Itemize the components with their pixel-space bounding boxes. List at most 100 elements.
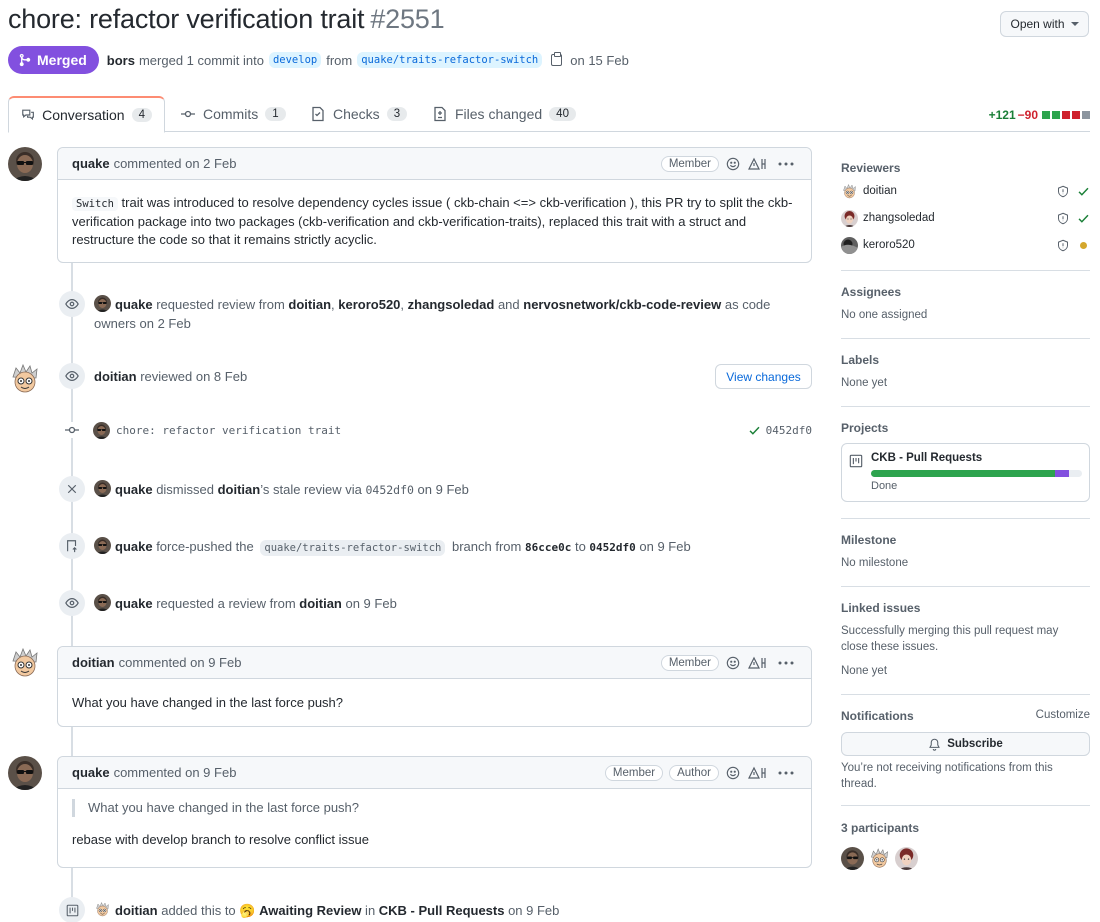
comment-author[interactable]: doitian	[72, 655, 115, 670]
reviewer-name[interactable]: zhangsoledad	[863, 212, 935, 224]
avatar[interactable]	[93, 422, 110, 439]
projects-heading[interactable]: Projects	[841, 421, 1090, 435]
reviewer-link[interactable]: keroro520	[338, 297, 400, 312]
event-user[interactable]: doitian	[94, 369, 137, 384]
commit-sha[interactable]: 0452df0	[365, 483, 413, 497]
avatar[interactable]	[841, 210, 858, 227]
report-icon[interactable]	[747, 765, 769, 781]
head-branch[interactable]: quake/traits-refactor-switch	[357, 52, 543, 68]
event-user[interactable]: doitian	[115, 903, 158, 918]
smiley-icon[interactable]	[725, 765, 741, 781]
avatar[interactable]	[841, 237, 858, 254]
page-title: chore: refactor verification trait #2551	[8, 4, 445, 35]
git-merge-icon	[19, 53, 31, 67]
avatar[interactable]	[94, 480, 111, 497]
progress-in-progress	[1054, 470, 1070, 477]
diffstat-deletions: −90	[1017, 108, 1038, 122]
assignees-heading[interactable]: Assignees	[841, 285, 1090, 299]
avatar[interactable]	[841, 183, 858, 200]
kebab-horizontal-icon[interactable]	[775, 655, 797, 671]
avatar[interactable]	[94, 594, 111, 611]
avatar[interactable]	[8, 147, 42, 181]
avatar[interactable]	[841, 847, 864, 870]
event-text: on 9 Feb	[635, 539, 691, 554]
report-icon[interactable]	[747, 156, 769, 172]
reviewer-row[interactable]: doitian	[841, 182, 1090, 200]
reviewer-row[interactable]: zhangsoledad	[841, 209, 1090, 227]
reviewer-link[interactable]: zhangsoledad	[408, 297, 495, 312]
branch-label[interactable]: quake/traits-refactor-switch	[260, 540, 446, 556]
milestone-heading[interactable]: Milestone	[841, 533, 1090, 547]
team-link[interactable]: nervosnetwork/ckb-code-review	[523, 297, 721, 312]
customize-link[interactable]: Customize	[1036, 709, 1090, 721]
reviewer-name[interactable]: doitian	[863, 185, 897, 197]
commit-sha[interactable]: 86cce0c	[525, 541, 571, 554]
diffstat: +121 −90	[989, 108, 1090, 122]
avatar[interactable]	[868, 847, 891, 870]
smiley-icon[interactable]	[725, 655, 741, 671]
event-text: requested a review from	[152, 596, 300, 611]
avatar[interactable]	[895, 847, 918, 870]
kebab-horizontal-icon[interactable]	[775, 156, 797, 172]
tab-commits[interactable]: Commits 1	[168, 96, 298, 132]
commit-sha[interactable]: 0452df0	[589, 541, 635, 554]
check-icon[interactable]	[748, 424, 761, 437]
avatar[interactable]	[8, 756, 42, 790]
tab-checks[interactable]: Checks 3	[298, 96, 419, 132]
commit-message[interactable]: chore: refactor verification trait	[116, 424, 341, 437]
commit-sha[interactable]: 0452df0	[766, 424, 812, 437]
tab-checks-count: 3	[386, 107, 408, 121]
event-text: dismissed	[152, 482, 218, 497]
project-link[interactable]: CKB - Pull Requests	[379, 903, 505, 918]
event-review-requested: quake requested review from doitian, ker…	[59, 291, 799, 333]
tab-conversation[interactable]: Conversation 4	[8, 96, 165, 133]
event-user[interactable]: quake	[115, 539, 153, 554]
avatar[interactable]	[8, 362, 42, 396]
subscribe-button[interactable]: Subscribe	[841, 732, 1090, 756]
event-user[interactable]: quake	[115, 596, 153, 611]
avatar[interactable]	[94, 537, 111, 554]
code-owner-shield-icon	[1058, 239, 1068, 251]
diffstat-block	[1082, 111, 1090, 119]
comment-timestamp[interactable]: commented on 9 Feb	[119, 655, 242, 670]
role-badge: Member	[604, 764, 664, 781]
reviewer-link[interactable]: doitian	[288, 297, 331, 312]
comment-author[interactable]: quake	[72, 765, 110, 780]
project-name[interactable]: CKB - Pull Requests	[871, 452, 982, 464]
linked-issues-heading[interactable]: Linked issues	[841, 601, 1090, 615]
eye-icon	[59, 590, 85, 616]
reviewer-row[interactable]: keroro520	[841, 236, 1090, 254]
comment-author[interactable]: quake	[72, 156, 110, 171]
event-user[interactable]: quake	[115, 297, 153, 312]
view-changes-button[interactable]: View changes	[715, 364, 812, 389]
from-text: from	[326, 52, 353, 68]
event-target[interactable]: doitian	[218, 482, 261, 497]
diffstat-additions: +121	[988, 108, 1016, 122]
tab-files-changed[interactable]: Files changed 40	[420, 96, 588, 132]
smiley-icon[interactable]	[725, 156, 741, 172]
open-with-button[interactable]: Open with	[1000, 11, 1089, 37]
project-card[interactable]: CKB - Pull Requests Done	[841, 443, 1090, 502]
copy-icon[interactable]	[551, 52, 563, 66]
status-badge: Merged	[8, 46, 99, 74]
event-target[interactable]: doitian	[299, 596, 342, 611]
event-text: ’s stale review via	[260, 482, 366, 497]
avatar[interactable]	[8, 646, 42, 680]
event-dismissed: quake dismissed doitian’s stale review v…	[59, 476, 469, 502]
base-branch[interactable]: develop	[268, 52, 322, 68]
kebab-horizontal-icon[interactable]	[775, 765, 797, 781]
participants-list	[841, 847, 918, 870]
comment-timestamp[interactable]: commented on 2 Feb	[114, 156, 237, 171]
diffstat-block	[1072, 111, 1080, 119]
event-user[interactable]: quake	[115, 482, 153, 497]
merge-user-link[interactable]: bors	[107, 53, 135, 68]
comment-timestamp[interactable]: commented on 9 Feb	[114, 765, 237, 780]
labels-heading[interactable]: Labels	[841, 353, 1090, 367]
pr-number: #2551	[370, 4, 445, 34]
avatar[interactable]	[94, 901, 111, 918]
report-icon[interactable]	[747, 655, 769, 671]
divider	[841, 805, 1090, 806]
reviewers-heading[interactable]: Reviewers	[841, 161, 1090, 175]
avatar[interactable]	[94, 295, 111, 312]
reviewer-name[interactable]: keroro520	[863, 239, 915, 251]
